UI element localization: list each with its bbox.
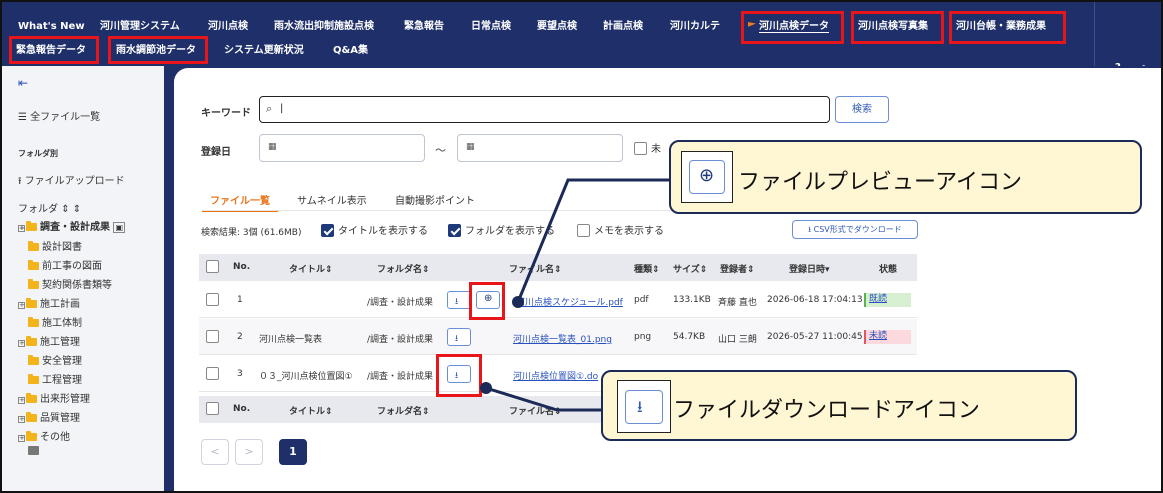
- download-icon: ⭳: [637, 397, 643, 416]
- preview-callout-text: ファイルプレビューアイコン: [738, 170, 1023, 195]
- screen: What's New 河川管理システム 河川点検 雨水流出抑制施設点検 緊急報告…: [0, 0, 1163, 493]
- preview-icon-sample: ⊕: [681, 151, 733, 203]
- magnifier-icon: ⊕: [699, 165, 715, 186]
- download-callout-text: ファイルダウンロードアイコン: [673, 398, 980, 423]
- preview-callout: ⊕ ファイルプレビューアイコン: [669, 140, 1142, 214]
- connector-dot: [512, 296, 524, 308]
- download-callout: ⭳ ファイルダウンロードアイコン: [601, 370, 1077, 441]
- connector-dot: [480, 382, 492, 394]
- download-icon-sample: ⭳: [617, 380, 671, 433]
